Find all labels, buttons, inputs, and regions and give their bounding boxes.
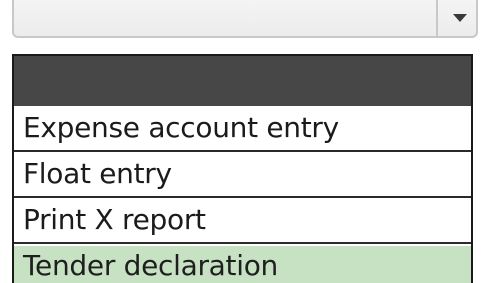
option-print-x-report[interactable]: Print X report	[14, 200, 471, 244]
select-divider	[436, 0, 438, 36]
option-float-entry[interactable]: Float entry	[14, 154, 471, 198]
operation-select[interactable]	[12, 0, 478, 38]
option-tender-declaration[interactable]: Tender declaration	[14, 246, 471, 283]
option-label: Float entry	[23, 157, 172, 190]
chevron-down-icon[interactable]	[442, 0, 478, 36]
option-label: Expense account entry	[23, 111, 339, 144]
dropdown-header	[14, 56, 471, 106]
dropdown-list: Expense account entry Float entry Print …	[12, 54, 473, 283]
option-label: Print X report	[23, 203, 206, 236]
option-expense-account-entry[interactable]: Expense account entry	[14, 108, 471, 152]
option-label: Tender declaration	[23, 249, 278, 282]
screen: Expense account entry Float entry Print …	[0, 0, 487, 283]
